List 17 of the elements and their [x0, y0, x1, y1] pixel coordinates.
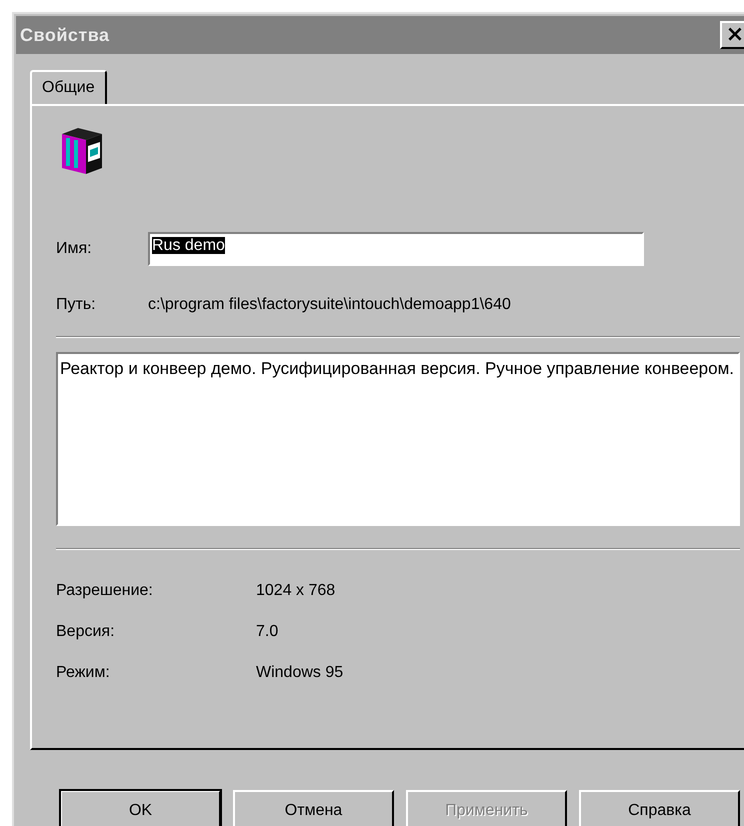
property-value: 1024 x 768: [256, 582, 336, 600]
property-label: Версия:: [56, 622, 116, 640]
tab[interactable]: Общие: [30, 70, 107, 106]
property-label: Разрешение:: [56, 582, 154, 600]
property-value: Windows 95: [256, 664, 344, 682]
window-title: Свойства: [20, 24, 110, 46]
dialog-button[interactable]: OK: [60, 790, 221, 826]
description-field[interactable]: Реактор и конвеер демо. Русифицированная версия. Ручное управление конвеером.: [56, 352, 740, 526]
dialog-button[interactable]: Отмена: [233, 790, 394, 826]
property-label: Режим:: [56, 664, 111, 682]
dialog-button[interactable]: Справка: [579, 790, 740, 826]
property-value: 7.0: [256, 622, 278, 640]
name-label: Имя:: [56, 240, 93, 258]
close-button[interactable]: ×: [720, 21, 744, 49]
path-label: Путь:: [56, 296, 97, 314]
name-field[interactable]: Rus demo: [148, 232, 644, 266]
path-value: c:\program files\factorysuite\intouch\demoapp1\640: [148, 296, 511, 314]
